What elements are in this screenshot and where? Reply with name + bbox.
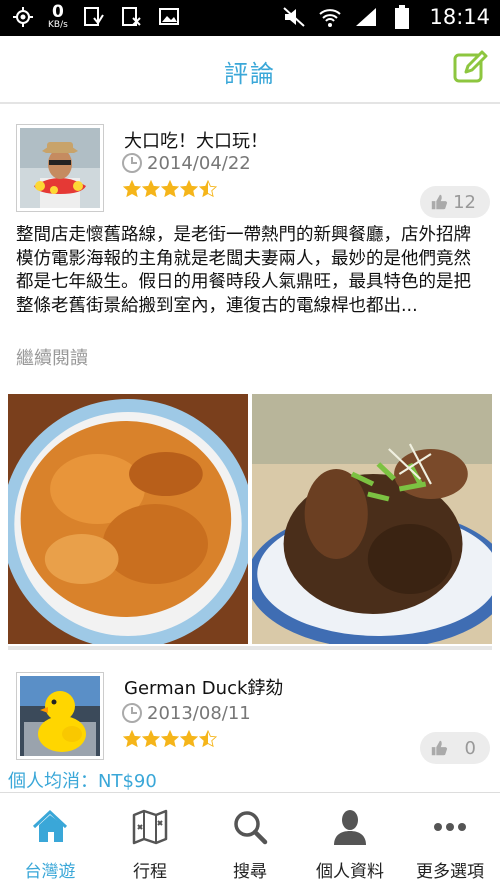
status-bar: 0 KB/s 18:14: [0, 0, 500, 36]
star-icon: [142, 180, 160, 198]
like-count: 12: [453, 191, 476, 213]
document-icon: [118, 4, 144, 30]
avatar: [16, 672, 104, 760]
tab-more-options[interactable]: 更多選項: [400, 793, 500, 889]
tab-search[interactable]: 搜尋: [200, 793, 300, 889]
divider: [8, 646, 492, 650]
review-date-text: 2014/04/22: [147, 152, 251, 174]
page-title: 評論: [224, 60, 276, 88]
review-photo-pork-chop[interactable]: [8, 394, 248, 644]
tab-label: 台灣遊: [24, 862, 76, 882]
star-rating: [123, 180, 217, 198]
review-date: 2013/08/11: [121, 702, 251, 724]
like-count: 0: [464, 737, 476, 759]
network-speed: 0 KB/s: [48, 4, 68, 30]
write-review-button[interactable]: [452, 50, 488, 86]
bottom-tab-bar: 台灣遊 行程 搜尋 個人資料 更多選項: [0, 792, 500, 889]
person-icon: [334, 810, 366, 845]
avatar: [16, 124, 104, 212]
battery-icon: [389, 4, 415, 30]
star-icon: [123, 730, 141, 748]
star-icon: [161, 180, 179, 198]
signal-icon: [353, 4, 379, 30]
map-icon: [132, 809, 168, 845]
review-date-text: 2013/08/11: [147, 702, 251, 724]
tab-label: 行程: [133, 862, 167, 882]
star-icon: [199, 730, 217, 748]
more-icon: [434, 823, 466, 831]
like-button[interactable]: 12: [420, 186, 490, 218]
clock-icon: [122, 153, 142, 173]
review-text: 整間店走懷舊路線，是老街一帶熱門的新興餐廳，店外招牌模仿電影海報的主角就是老闆夫…: [16, 225, 471, 316]
star-icon: [161, 730, 179, 748]
tab-label: 更多選項: [416, 862, 484, 882]
reviewer-name: 大口吃！大口玩！: [124, 131, 268, 152]
star-rating: [123, 730, 217, 748]
clock-icon: [122, 703, 142, 723]
app-header: 評論: [0, 36, 500, 104]
review-date: 2014/04/22: [121, 152, 251, 174]
like-button[interactable]: 0: [420, 732, 490, 764]
star-icon: [180, 180, 198, 198]
star-icon: [123, 180, 141, 198]
tab-itinerary[interactable]: 行程: [100, 793, 200, 889]
average-price: 個人均消：NT$90: [8, 771, 157, 792]
wifi-icon: [317, 4, 343, 30]
search-icon: [234, 811, 268, 845]
review-photo-pig-knuckle[interactable]: [252, 394, 492, 644]
reviewer-name: German Duck鋍劾: [124, 678, 284, 699]
clock: 18:14: [429, 5, 490, 29]
speed-unit: KB/s: [48, 20, 68, 30]
star-icon: [199, 180, 217, 198]
review-photos: [8, 394, 492, 644]
star-icon: [142, 730, 160, 748]
edit-icon: [453, 50, 488, 83]
download-icon: [80, 4, 106, 30]
star-icon: [180, 730, 198, 748]
tab-label: 搜尋: [233, 862, 267, 882]
review-card[interactable]: 大口吃！大口玩！ 2014/04/22 12 整間店走懷舊路線，是老街一帶熱門的…: [0, 106, 500, 390]
thumbs-up-icon: [431, 194, 448, 210]
home-icon: [32, 809, 68, 842]
image-icon: [156, 4, 182, 30]
thumbs-up-icon: [431, 740, 448, 756]
gps-icon: [10, 4, 36, 30]
read-more-link[interactable]: 繼續閱讀: [16, 344, 88, 370]
tab-taiwan-travel[interactable]: 台灣遊: [0, 793, 100, 889]
tab-profile[interactable]: 個人資料: [300, 793, 400, 889]
mute-icon: [281, 4, 307, 30]
tab-label: 個人資料: [316, 862, 384, 882]
speed-value: 0: [51, 2, 64, 22]
